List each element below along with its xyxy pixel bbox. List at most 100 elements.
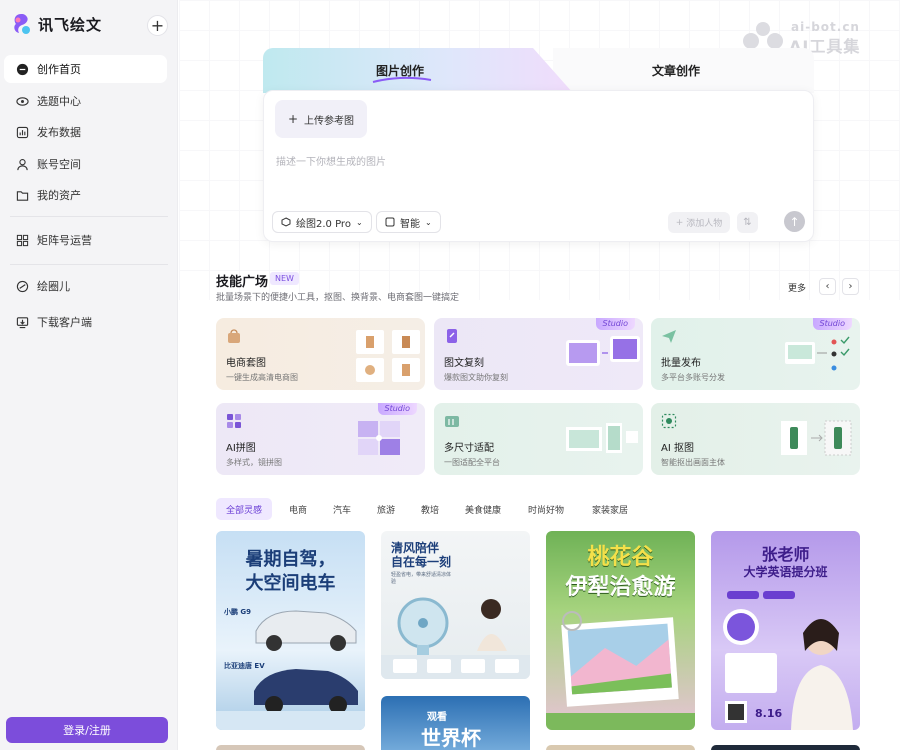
skill-card-batch-publish[interactable]: 批量发布 多平台多账号分发 Studio bbox=[651, 318, 860, 390]
skill-name: AI拼图 bbox=[226, 443, 256, 454]
sidebar-item-download[interactable]: 下载客户端 bbox=[4, 308, 167, 336]
sidebar-item-label: 发布数据 bbox=[37, 126, 81, 139]
new-badge: NEW bbox=[270, 272, 299, 285]
skill-desc: 智能抠出画面主体 bbox=[661, 458, 725, 467]
skill-name: 图文复刻 bbox=[444, 358, 484, 369]
multi-size-illustration bbox=[566, 423, 638, 453]
skill-card-ai-collage[interactable]: AI拼图 多样式，镜拼图 Studio bbox=[216, 403, 425, 475]
skill-card-image-text-remake[interactable]: 图文复刻 爆款图文助你复刻 Studio bbox=[434, 318, 643, 390]
prev-button[interactable]: ‹ bbox=[819, 278, 836, 295]
sidebar-item-circle[interactable]: 绘圈儿 bbox=[4, 272, 167, 300]
poster-subtitle: 观看 bbox=[427, 712, 447, 723]
poster-date: 8.16 bbox=[755, 707, 783, 720]
app-name: 讯飞绘文 bbox=[38, 15, 103, 34]
teacher-photo-icon bbox=[723, 591, 853, 730]
skill-desc: 多平台多账号分发 bbox=[661, 373, 725, 382]
chart-icon bbox=[16, 126, 29, 138]
filter-home-decor[interactable]: 家装家居 bbox=[582, 498, 638, 520]
chevron-down-icon: ⌄ bbox=[355, 217, 363, 227]
plus-icon: + bbox=[675, 217, 684, 228]
login-register-button[interactable]: 登录/注册 bbox=[6, 717, 168, 743]
chevron-right-icon: › bbox=[848, 281, 853, 292]
settings-tune-button[interactable]: ⇅ bbox=[737, 212, 758, 233]
eye-icon bbox=[16, 96, 29, 106]
skill-desc: 一键生成高清电商图 bbox=[226, 373, 298, 382]
filter-travel[interactable]: 旅游 bbox=[367, 498, 405, 520]
skill-desc: 爆款图文助你复刻 bbox=[444, 373, 508, 382]
studio-badge: Studio bbox=[595, 318, 635, 330]
app-logo[interactable]: 讯飞绘文 bbox=[10, 12, 102, 36]
skill-name: AI 抠图 bbox=[661, 443, 694, 454]
sidebar-item-account[interactable]: 账号空间 bbox=[4, 150, 167, 178]
chat-bubble-icon bbox=[16, 63, 29, 75]
skill-card-ai-cutout[interactable]: AI 抠图 智能抠出画面主体 bbox=[651, 403, 860, 475]
skill-card-ecommerce-set[interactable]: 电商套图 一键生成高清电商图 bbox=[216, 318, 425, 390]
filter-fashion[interactable]: 时尚好物 bbox=[518, 498, 574, 520]
tab-underline-icon bbox=[372, 76, 432, 83]
skill-card-multi-size[interactable]: 多尺寸适配 一图适配全平台 bbox=[434, 403, 643, 475]
poster-title: 暑期自驾， bbox=[245, 549, 336, 570]
circle-icon bbox=[16, 280, 29, 292]
tab-article-creation[interactable]: 文章创作 bbox=[652, 62, 700, 79]
grid-icon bbox=[16, 234, 29, 246]
paper-plane-icon bbox=[662, 330, 676, 343]
skills-subtitle: 批量场景下的便捷小工具，抠图、换背景、电商套图一键搞定 bbox=[216, 293, 460, 303]
send-button[interactable]: ↑ bbox=[784, 211, 805, 232]
upload-reference-button[interactable]: + 上传参考图 bbox=[275, 100, 367, 138]
sidebar-item-assets[interactable]: 我的资产 bbox=[4, 181, 167, 209]
poster-title: 桃花谷 bbox=[587, 544, 654, 570]
mode-select-label: 智能 bbox=[400, 218, 420, 230]
inspiration-card-english-class[interactable]: 张老师 大学英语提分班 8.16 bbox=[711, 531, 860, 730]
skill-desc: 一图适配全平台 bbox=[444, 458, 500, 467]
model-select-label: 绘图2.0 Pro bbox=[296, 218, 351, 230]
plus-icon: + bbox=[287, 112, 299, 126]
sidebar-item-label: 下载客户端 bbox=[37, 316, 92, 329]
prompt-input[interactable]: 描述一下你想生成的图片 bbox=[276, 153, 386, 168]
tune-icon: ⇅ bbox=[743, 217, 752, 228]
studio-badge: Studio bbox=[812, 318, 852, 330]
cube-icon bbox=[281, 217, 291, 227]
inspiration-card-travel[interactable]: 桃花谷 伊犁治愈游 bbox=[546, 531, 695, 730]
skill-name: 电商套图 bbox=[226, 358, 266, 369]
inspiration-card-car[interactable]: 暑期自驾， 大空间电车 小鹏 G9 比亚迪唐 EV bbox=[216, 531, 365, 730]
product-grid-illustration bbox=[356, 330, 420, 382]
shopping-bag-icon bbox=[228, 329, 240, 343]
inspiration-card-partial[interactable] bbox=[216, 745, 365, 750]
watermark-logo-icon bbox=[743, 22, 783, 49]
inspiration-card-worldcup[interactable]: 观看 世界杯 bbox=[381, 696, 530, 750]
poster-title-2: 大学英语提分班 bbox=[743, 565, 828, 579]
add-person-button[interactable]: + 添加人物 bbox=[668, 212, 730, 233]
sidebar-item-matrix[interactable]: 矩阵号运营 bbox=[4, 226, 167, 254]
new-button[interactable]: + bbox=[147, 15, 168, 36]
poster-title: 世界杯 bbox=[421, 726, 481, 750]
logo-icon bbox=[10, 12, 32, 36]
filter-all[interactable]: 全部灵感 bbox=[216, 498, 273, 520]
inspiration-card-partial[interactable] bbox=[711, 745, 860, 750]
mode-select[interactable]: 智能 ⌄ bbox=[376, 211, 441, 233]
inspiration-card-partial[interactable] bbox=[546, 745, 695, 750]
sidebar-item-label: 绘圈儿 bbox=[37, 280, 70, 293]
filter-ecommerce[interactable]: 电商 bbox=[279, 498, 317, 520]
remake-illustration bbox=[566, 336, 640, 366]
arrow-up-icon: ↑ bbox=[789, 214, 800, 229]
more-link[interactable]: 更多 bbox=[788, 281, 806, 294]
next-button[interactable]: › bbox=[842, 278, 859, 295]
sidebar-item-home[interactable]: 创作首页 bbox=[4, 55, 167, 83]
skills-title: 技能广场 bbox=[216, 275, 269, 290]
cutout-illustration bbox=[781, 420, 852, 456]
filter-education[interactable]: 教培 bbox=[411, 498, 449, 520]
sidebar-item-publish-data[interactable]: 发布数据 bbox=[4, 118, 167, 146]
sidebar-item-label: 账号空间 bbox=[37, 158, 81, 171]
chevron-down-icon: ⌄ bbox=[425, 217, 432, 227]
poster-title: 张老师 bbox=[761, 545, 810, 564]
filter-food-health[interactable]: 美食健康 bbox=[455, 498, 511, 520]
car-photo-icon bbox=[216, 610, 365, 730]
download-icon bbox=[16, 316, 29, 328]
folder-icon bbox=[16, 190, 29, 201]
sidebar-divider bbox=[10, 216, 168, 217]
peach-blossom-photo-icon bbox=[546, 611, 695, 730]
inspiration-card-fan[interactable]: 清风陪伴 自在每一刻 轻盈省电，带来舒适清凉体验 bbox=[381, 531, 530, 679]
sidebar-item-topics[interactable]: 选题中心 bbox=[4, 87, 167, 115]
filter-auto[interactable]: 汽车 bbox=[323, 498, 361, 520]
model-select[interactable]: 绘图2.0 Pro ⌄ bbox=[272, 211, 372, 233]
